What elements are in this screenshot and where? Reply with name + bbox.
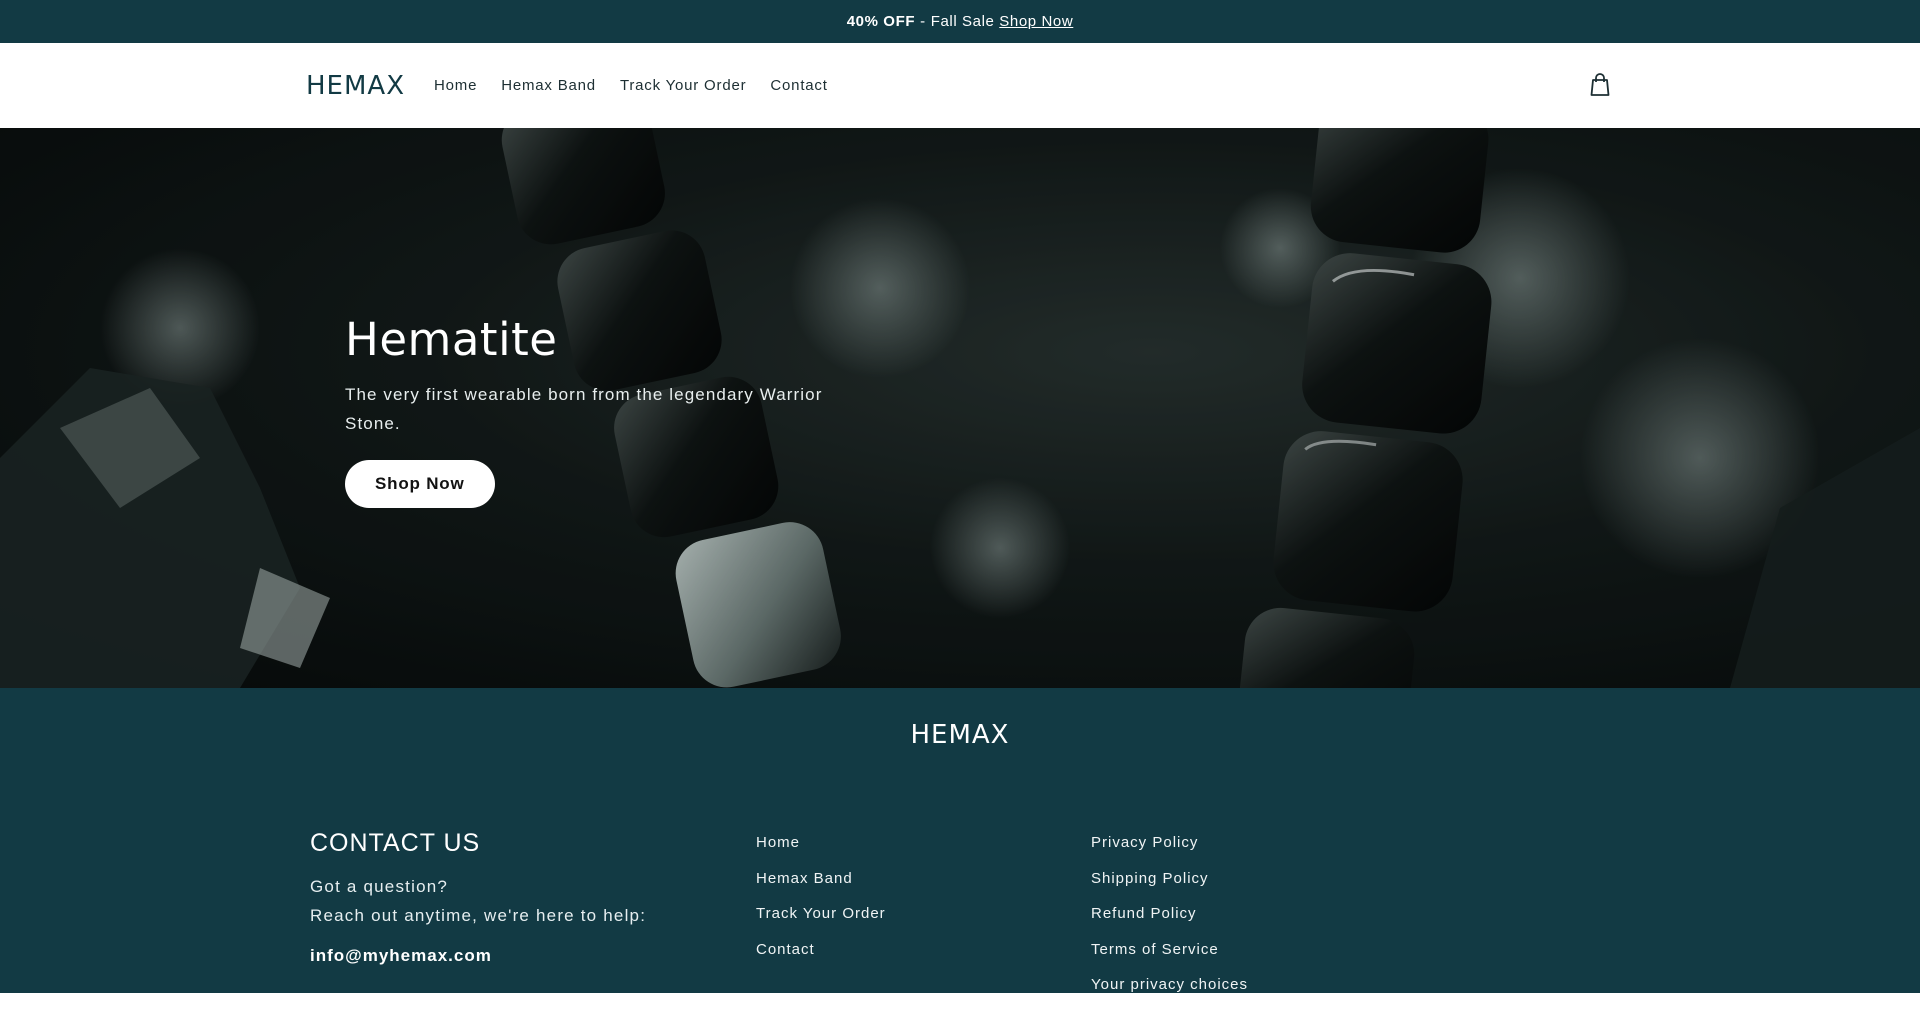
announcement-bar: 40% OFF - Fall Sale Shop Now	[0, 0, 1920, 43]
contact-line-2: Reach out anytime, we're here to help:	[310, 906, 647, 925]
hero-content: Hematite The very first wearable born fr…	[345, 313, 865, 508]
contact-heading: CONTACT US	[310, 829, 481, 857]
announcement-shop-now-link[interactable]: Shop Now	[999, 13, 1073, 30]
footer-link-privacy-choices[interactable]: Your privacy choices	[1091, 976, 1248, 1012]
hero-shop-now-button[interactable]: Shop Now	[345, 460, 495, 508]
footer-link-home[interactable]: Home	[756, 834, 886, 870]
footer-menu-links: Home Hemax Band Track Your Order Contact	[756, 834, 886, 976]
site-footer: HEMAX CONTACT US Got a question? Reach o…	[0, 688, 1920, 993]
announcement-text: Fall Sale	[930, 13, 995, 30]
hero-subtitle: The very first wearable born from the le…	[345, 385, 823, 433]
header-logo[interactable]: HEMAX	[306, 71, 405, 101]
contact-email-link[interactable]: info@myhemax.com	[310, 946, 730, 966]
hero-banner: Hematite The very first wearable born fr…	[0, 128, 1920, 688]
hero-title: Hematite	[345, 313, 558, 366]
footer-link-privacy-policy[interactable]: Privacy Policy	[1091, 834, 1248, 870]
footer-link-hemax-band[interactable]: Hemax Band	[756, 870, 886, 906]
footer-policy-links: Privacy Policy Shipping Policy Refund Po…	[1091, 834, 1248, 1012]
hero-background-image	[0, 128, 1920, 688]
footer-link-track-your-order[interactable]: Track Your Order	[756, 905, 886, 941]
nav-hemax-band[interactable]: Hemax Band	[501, 77, 596, 94]
footer-logo[interactable]: HEMAX	[0, 720, 1920, 750]
nav-contact[interactable]: Contact	[770, 77, 827, 94]
footer-contact-section: CONTACT US Got a question? Reach out any…	[310, 829, 730, 966]
nav-track-your-order[interactable]: Track Your Order	[620, 77, 746, 94]
contact-text: Got a question? Reach out anytime, we're…	[310, 872, 730, 930]
site-header: HEMAX Home Hemax Band Track Your Order C…	[0, 43, 1920, 128]
footer-link-contact[interactable]: Contact	[756, 941, 886, 977]
cart-button[interactable]	[1586, 71, 1614, 99]
footer-link-terms-of-service[interactable]: Terms of Service	[1091, 941, 1248, 977]
announcement-separator: -	[920, 13, 926, 30]
contact-line-1: Got a question?	[310, 877, 449, 896]
footer-link-refund-policy[interactable]: Refund Policy	[1091, 905, 1248, 941]
main-nav: Home Hemax Band Track Your Order Contact	[434, 77, 852, 94]
shopping-bag-icon	[1590, 73, 1610, 96]
nav-home[interactable]: Home	[434, 77, 477, 94]
footer-link-shipping-policy[interactable]: Shipping Policy	[1091, 870, 1248, 906]
announcement-highlight: 40% OFF	[846, 13, 916, 30]
